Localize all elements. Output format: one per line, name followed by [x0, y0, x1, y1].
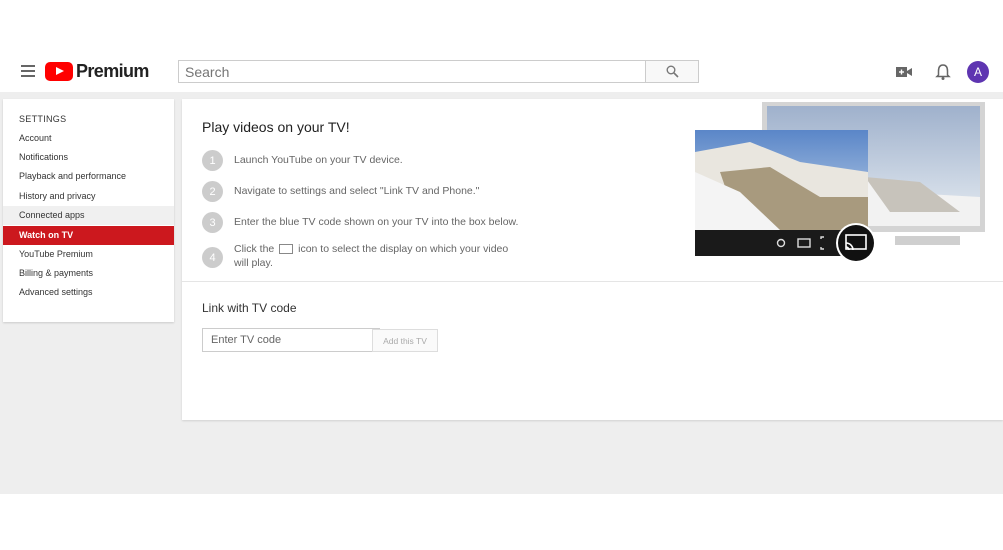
bell-icon[interactable]: [933, 62, 953, 82]
sidebar-heading: SETTINGS: [19, 114, 67, 124]
youtube-play-icon: [45, 61, 73, 81]
step-text: Click the icon to select the display on …: [234, 242, 524, 270]
sidebar-item-history-privacy[interactable]: History and privacy: [3, 187, 174, 206]
step-number: 3: [202, 212, 223, 233]
search-icon: [666, 65, 679, 78]
cast-button-icon: [838, 225, 874, 261]
sidebar-item-youtube-premium[interactable]: YouTube Premium: [3, 245, 174, 264]
sidebar-item-advanced[interactable]: Advanced settings: [3, 283, 174, 302]
step-number: 2: [202, 181, 223, 202]
section-divider: [182, 281, 1003, 282]
brand-text: Premium: [76, 60, 149, 81]
link-section-title: Link with TV code: [202, 301, 297, 315]
page-title: Play videos on your TV!: [202, 119, 350, 135]
step-number: 1: [202, 150, 223, 171]
step-text: Enter the blue TV code shown on your TV …: [234, 216, 519, 228]
step-number: 4: [202, 247, 223, 268]
add-this-tv-button[interactable]: Add this TV: [372, 329, 438, 352]
sidebar-item-watch-on-tv[interactable]: Watch on TV: [3, 226, 174, 245]
avatar[interactable]: A: [967, 61, 989, 83]
sidebar-item-notifications[interactable]: Notifications: [3, 148, 174, 167]
search-input[interactable]: [179, 61, 641, 82]
settings-sidebar: SETTINGS Account Notifications Playback …: [3, 99, 174, 322]
video-camera-icon[interactable]: [894, 62, 914, 82]
step-text: Launch YouTube on your TV device.: [234, 154, 403, 166]
sidebar-item-connected-apps[interactable]: Connected apps: [3, 206, 174, 225]
step-text: Navigate to settings and select "Link TV…: [234, 185, 480, 197]
sidebar-item-account[interactable]: Account: [3, 129, 174, 148]
tv-code-input[interactable]: [202, 328, 380, 352]
search-button[interactable]: [645, 60, 699, 83]
search-box: [178, 60, 647, 83]
youtube-premium-logo[interactable]: Premium: [45, 60, 149, 82]
sidebar-item-billing[interactable]: Billing & payments: [3, 264, 174, 283]
step-text-after: icon to select the display on which your…: [234, 243, 509, 269]
sidebar-item-playback[interactable]: Playback and performance: [3, 167, 174, 186]
step-text-before: Click the: [234, 243, 275, 255]
tv-stand: [895, 236, 960, 245]
menu-icon[interactable]: [21, 62, 35, 80]
tv-cast-illustration: [695, 102, 985, 263]
top-bar: Premium A: [0, 50, 1003, 92]
cast-screen-icon: [279, 244, 294, 255]
